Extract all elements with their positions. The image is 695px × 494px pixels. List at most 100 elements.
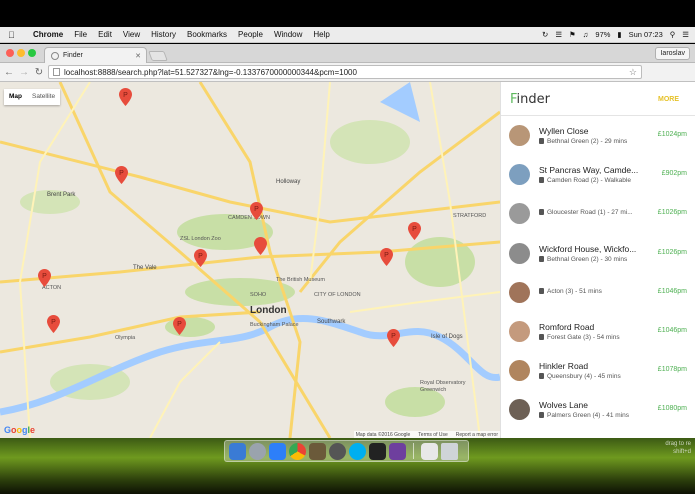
forward-icon[interactable]: → [18,67,30,78]
train-icon [539,138,544,144]
map-pin[interactable]: P [38,269,51,287]
result-price: £1046pm [657,287,687,295]
page-info-icon[interactable] [53,68,60,76]
map-label-city: CITY OF LONDON [314,292,361,298]
menu-history[interactable]: History [151,30,176,39]
apple-icon[interactable]:  [8,30,22,40]
list-item[interactable]: Romford Road Forest Gate (3) - 54 mins £… [501,312,695,351]
page-favicon-icon [51,51,59,60]
xcode-dock-icon[interactable] [269,442,286,460]
result-price: £1080pm [657,405,687,413]
map[interactable]: Map Satellite Brent Park Holloway CAMDEN… [0,82,500,438]
dock-separator [413,443,414,459]
tab-finder[interactable]: Finder ✕ [44,47,147,63]
menu-people[interactable]: People [238,30,263,39]
app-dock-icon[interactable] [309,442,326,460]
map-mode-button[interactable]: Map [4,89,27,105]
map-label-the-vale: The Vale [133,265,157,271]
svg-text:P: P [412,226,417,233]
address-bar[interactable]: localhost:8888/search.php?lat=51.527327&… [48,65,642,79]
close-window-button[interactable] [6,49,14,57]
map-pin[interactable]: P [173,317,186,335]
trash-dock-icon[interactable] [441,442,458,460]
google-logo[interactable]: Google [4,425,35,435]
sync-icon[interactable]: ↻ [542,30,548,39]
svg-text:P: P [384,252,389,259]
result-price: £1046pm [657,326,687,334]
menu-window[interactable]: Window [274,30,302,39]
train-icon [539,255,544,262]
map-label-royal-observatory: Royal Observatory Greenwich [420,380,466,393]
map-pin[interactable]: P [387,329,400,347]
property-thumbnail [509,360,530,382]
map-pin[interactable] [254,237,267,255]
menu-edit[interactable]: Edit [98,30,112,39]
list-item[interactable]: Wolves Lane Palmers Green (4) - 41 mins … [501,390,695,429]
map-pin[interactable]: P [47,315,60,333]
document-dock-icon[interactable] [421,442,438,460]
profile-button[interactable]: Iaroslav [655,47,690,60]
tab-strip: Finder ✕ Iaroslav [0,44,695,63]
menu-view[interactable]: View [123,30,140,39]
menu-app-name[interactable]: Chrome [33,30,63,39]
reload-icon[interactable]: ↻ [33,67,45,78]
result-title: Wyllen Close [539,126,589,136]
volume-icon[interactable]: ♫ [583,30,589,39]
menu-bookmarks[interactable]: Bookmarks [187,30,227,39]
list-item[interactable]: Wyllen Close Bethnal Green (2) - 29 mins… [501,116,695,155]
map-pin[interactable]: P [115,166,128,184]
wifi-icon[interactable]: ☰ [555,30,562,39]
app-dock-icon[interactable] [329,442,346,460]
bookmark-star-icon[interactable]: ☆ [629,67,637,78]
chrome-dock-icon[interactable] [289,442,306,460]
results-panel: Finder MORE Wyllen Close Bethnal Green (… [500,82,695,438]
svg-text:P: P [42,273,47,280]
finder-dock-icon[interactable] [229,442,246,460]
map-pin[interactable]: P [250,202,263,220]
launchpad-dock-icon[interactable] [249,442,266,460]
menu-help[interactable]: Help [313,30,329,39]
list-item[interactable]: Gloucester Road (1) - 27 mi... £1026pm [501,194,695,233]
list-item[interactable]: St Pancras Way, Camde... Camden Road (2)… [501,155,695,194]
result-price: £1078pm [657,366,687,374]
list-item[interactable]: Wickford House, Wickfo... Bethnal Green … [501,234,695,273]
menu-file[interactable]: File [74,30,87,39]
back-icon[interactable]: ← [3,67,15,78]
result-title: Romford Road [539,321,595,332]
clock[interactable]: Sun 07:23 [629,30,663,39]
map-label-stratford: STRATFORD [453,213,487,219]
notification-center-icon[interactable]: ☰ [682,30,689,39]
result-price: £1024pm [657,131,687,138]
result-price: £902pm [661,170,687,178]
minimize-window-button[interactable] [17,49,25,57]
battery-icon[interactable]: ▮ [617,30,621,39]
close-tab-icon[interactable]: ✕ [135,52,141,60]
zoom-window-button[interactable] [28,49,36,57]
terminal-dock-icon[interactable] [369,442,386,460]
result-price: £1026pm [657,248,687,256]
battery-percent[interactable]: 97% [595,30,610,39]
map-label-southwark: Southwark [317,319,346,325]
more-button[interactable]: MORE [658,96,679,103]
map-label-brent-park: Brent Park [47,192,76,198]
result-title: Wickford House, Wickfo... [539,243,637,254]
map-pin[interactable]: P [119,88,132,106]
result-meta: Forest Gate (3) - 54 mins [539,333,620,341]
tab-title: Finder [63,52,83,59]
map-label-zsl: ZSL London Zoo [180,236,221,242]
property-thumbnail [509,164,530,186]
svg-text:P: P [119,170,124,177]
list-item[interactable]: Hinkler Road Queensbury (4) - 45 mins £1… [501,351,695,390]
panel-header: Finder MORE [501,82,695,116]
url-text: localhost:8888/search.php?lat=51.527327&… [64,67,357,77]
map-pin[interactable]: P [408,222,421,240]
spotlight-icon[interactable]: ⚲ [670,30,676,39]
map-pin[interactable]: P [380,248,393,266]
list-item[interactable]: Acton (3) - 51 mins £1046pm [501,273,695,312]
skype-dock-icon[interactable] [349,442,366,460]
github-dock-icon[interactable] [389,442,406,460]
satellite-mode-button[interactable]: Satellite [27,89,60,105]
new-tab-button[interactable] [148,51,168,61]
map-pin[interactable]: P [194,249,207,267]
flag-icon[interactable]: ⚑ [569,30,576,39]
